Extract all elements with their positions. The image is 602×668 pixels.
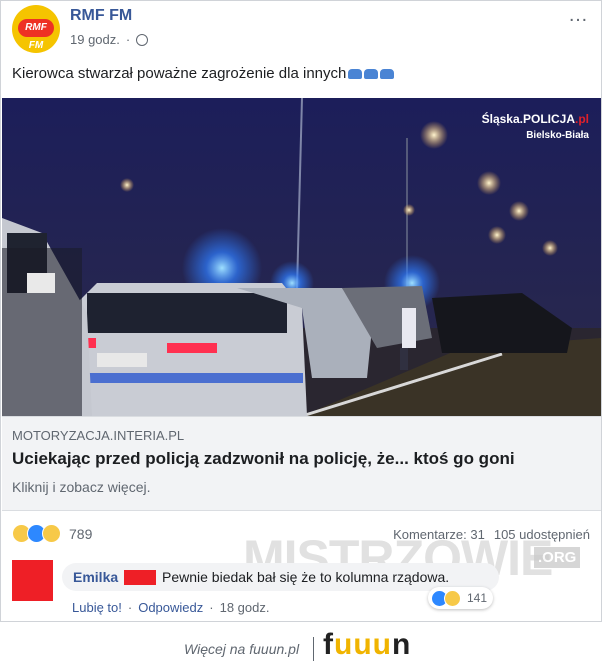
more-options-icon[interactable]: … [568, 4, 589, 27]
photo-watermark: Śląska.POLICJA.pl [482, 112, 589, 126]
comment-text: Pewnie biedak bał się że to kolumna rząd… [162, 569, 450, 585]
fuuun-logo[interactable]: fuuun [323, 628, 411, 662]
reaction-count[interactable]: 789 [69, 526, 92, 542]
post-message-text: Kierowca stwarzał poważne zagrożenie dla… [12, 65, 347, 82]
police-car-emoji-icon [348, 69, 363, 79]
police-car-emoji-icon [380, 69, 395, 79]
comment-actions: Lubię to! · Odpowiedz · 18 godz. [72, 600, 269, 615]
mistrzowie-org-watermark: .ORG [534, 547, 581, 568]
link-headline[interactable]: Uciekając przed policją zadzwonił na pol… [12, 449, 515, 469]
redaction-bar [124, 570, 156, 585]
footer-more-link[interactable]: Więcej na fuuun.pl [184, 641, 299, 657]
watermark-name: Śląska.POLICJA [481, 112, 575, 126]
comment-avatar-redacted[interactable] [12, 560, 53, 601]
link-subline: Kliknij i zobacz więcej. [12, 479, 151, 495]
comment-author[interactable]: Emilka [73, 569, 118, 585]
comment-reply-link[interactable]: Odpowiedz [138, 600, 203, 615]
comment-bubble: Emilka Pewnie biedak bał się że to kolum… [62, 563, 499, 591]
post-message: Kierowca stwarzał poważne zagrożenie dla… [12, 65, 395, 82]
post-author[interactable]: RMF FM [70, 7, 132, 25]
link-domain: MOTORYZACJA.INTERIA.PL [12, 428, 185, 443]
link-preview[interactable]: MOTORYZACJA.INTERIA.PL Uciekając przed p… [2, 416, 601, 511]
page-avatar[interactable]: RMF FM [12, 5, 60, 53]
footer-divider [313, 637, 314, 661]
post-reactions[interactable]: 789 [12, 524, 92, 543]
watermark-city: Bielsko-Biała [526, 130, 589, 141]
wow-reaction-icon [42, 524, 61, 543]
comment-time[interactable]: 18 godz. [220, 600, 270, 615]
comment-reactions[interactable]: 141 [428, 587, 494, 609]
night-police-scene [2, 98, 601, 416]
haha-reaction-icon [444, 589, 461, 607]
action-separator: · [209, 600, 214, 615]
action-separator: · [127, 600, 133, 615]
globe-icon [136, 33, 149, 46]
comment-reaction-count: 141 [467, 591, 488, 605]
comment-like-link[interactable]: Lubię to! [72, 600, 122, 615]
post-time[interactable]: 19 godz. [70, 32, 120, 47]
facebook-post: RMF FM RMF FM 19 godz. · … Kierowca stwa… [0, 0, 602, 622]
post-photo[interactable]: Śląska.POLICJA.pl Bielsko-Biała [2, 98, 601, 416]
post-meta: 19 godz. · [70, 32, 149, 47]
meta-separator: · [125, 32, 131, 47]
police-car-emoji-icon [364, 69, 379, 79]
watermark-suffix: .pl [575, 112, 589, 126]
rmf-logo: RMF FM [18, 19, 54, 51]
